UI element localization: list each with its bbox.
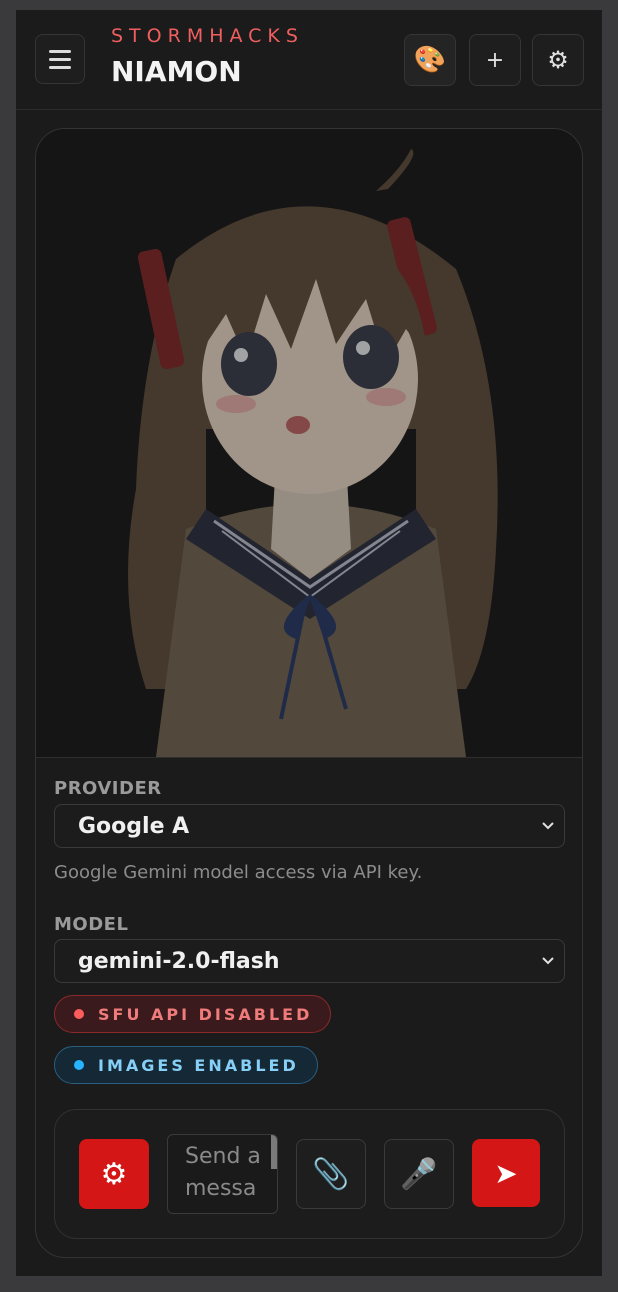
microphone-button[interactable]: 🎤 <box>384 1139 454 1209</box>
status-dot-icon <box>74 1009 84 1019</box>
character-illustration <box>36 129 582 757</box>
provider-description: Google Gemini model access via API key. <box>54 862 423 883</box>
sfu-api-status-text: SFU API DISABLED <box>98 1004 313 1024</box>
send-button[interactable]: ➤ <box>472 1139 540 1207</box>
chevron-down-icon <box>542 957 554 965</box>
sfu-api-status-badge: SFU API DISABLED <box>54 995 332 1033</box>
app-title: NIAMON <box>111 55 242 88</box>
character-card: PROVIDER Google A Google Gemini model ac… <box>35 128 583 1258</box>
model-select[interactable]: gemini-2.0-flash <box>54 939 565 983</box>
top-bar: STORMHACKS NIAMON 🎨 + ⚙ <box>16 10 602 110</box>
model-label: MODEL <box>54 914 129 935</box>
brand-kicker: STORMHACKS <box>111 25 304 47</box>
images-status-badge: IMAGES ENABLED <box>54 1046 318 1084</box>
hamburger-icon <box>49 49 71 53</box>
gear-icon: ⚙ <box>100 1156 128 1192</box>
gear-icon: ⚙ <box>547 46 569 74</box>
settings-button[interactable]: ⚙ <box>532 34 584 86</box>
new-chat-button[interactable]: + <box>469 34 521 86</box>
composer-settings-button[interactable]: ⚙ <box>79 1139 149 1209</box>
plus-icon: + <box>485 47 505 73</box>
character-portrait <box>36 129 582 758</box>
input-scrollbar[interactable] <box>271 1135 277 1169</box>
images-status-text: IMAGES ENABLED <box>98 1055 299 1075</box>
provider-select[interactable]: Google A <box>54 804 565 848</box>
palette-icon: 🎨 <box>413 45 447 75</box>
hamburger-icon-line <box>49 65 71 69</box>
message-input[interactable] <box>168 1135 277 1213</box>
send-icon: ➤ <box>494 1156 518 1190</box>
message-input-wrapper <box>167 1134 278 1214</box>
hamburger-icon-line <box>49 57 71 61</box>
status-dot-icon <box>74 1060 84 1070</box>
model-selected-value: gemini-2.0-flash <box>78 948 280 974</box>
menu-button[interactable] <box>35 34 85 84</box>
provider-label: PROVIDER <box>54 778 162 799</box>
message-composer: ⚙ 📎 🎤 ➤ <box>54 1109 565 1239</box>
provider-selected-value: Google A <box>78 813 190 839</box>
chevron-down-icon <box>542 822 554 830</box>
attach-button[interactable]: 📎 <box>296 1139 366 1209</box>
microphone-icon: 🎤 <box>400 1156 438 1192</box>
paperclip-icon: 📎 <box>312 1156 350 1192</box>
app-window: STORMHACKS NIAMON 🎨 + ⚙ PROVIDER Google … <box>16 10 602 1276</box>
theme-button[interactable]: 🎨 <box>404 34 456 86</box>
